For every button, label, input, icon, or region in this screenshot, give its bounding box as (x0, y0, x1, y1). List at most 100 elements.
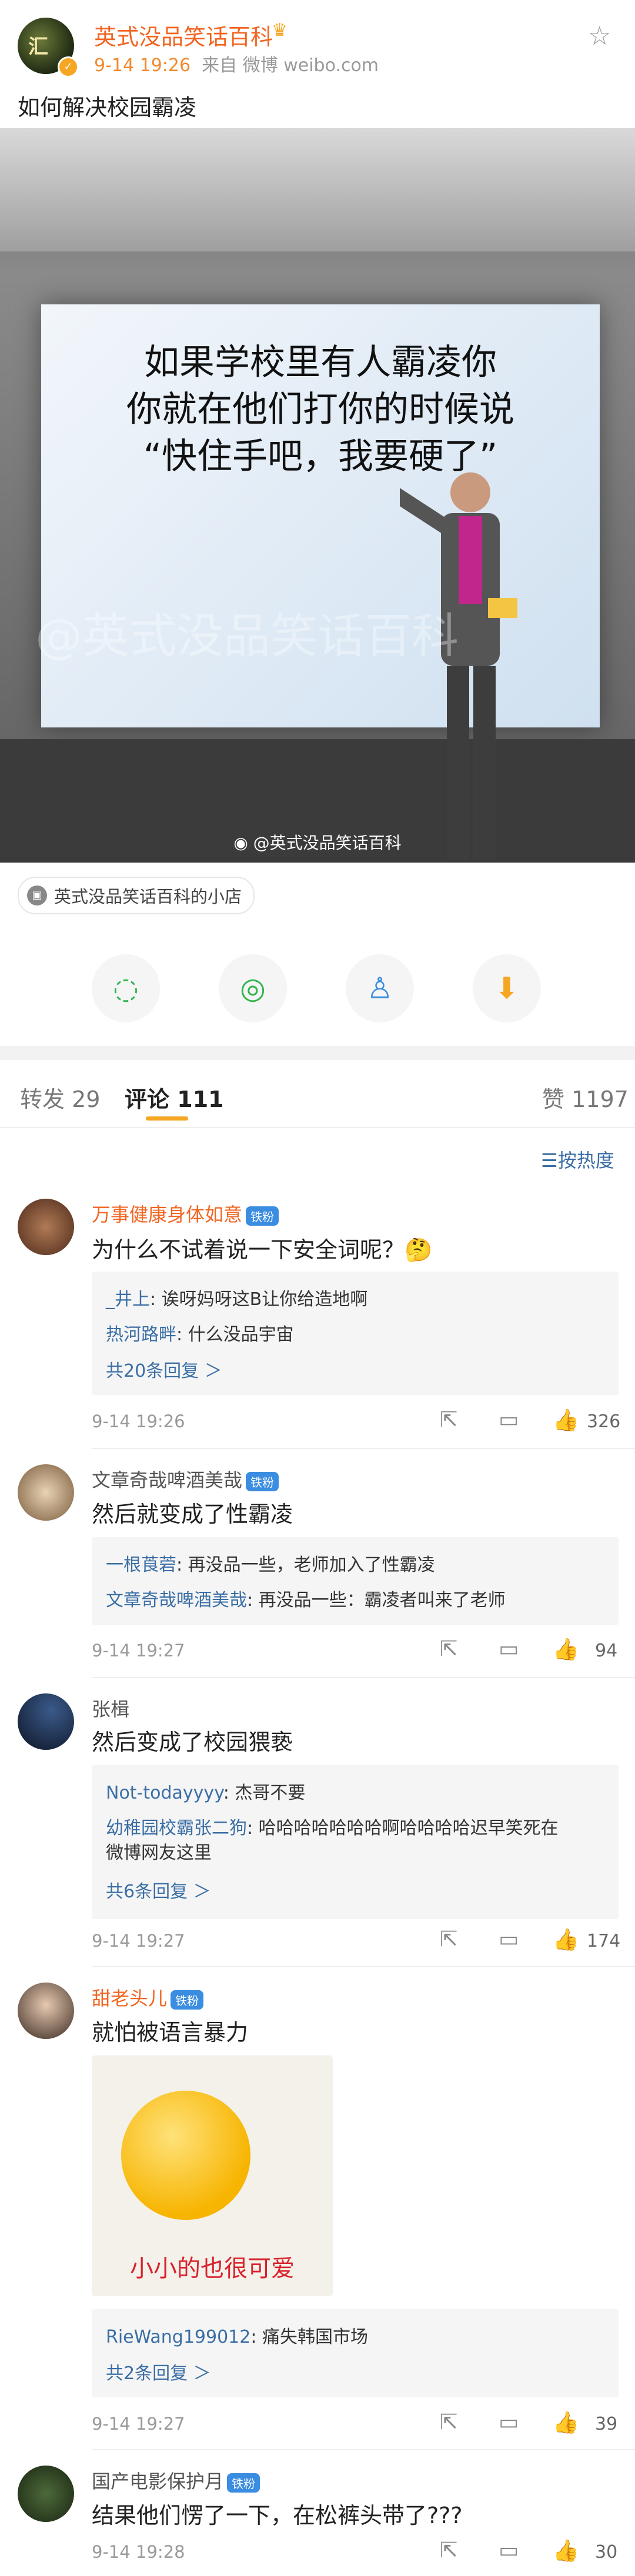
comment-time: 9-14 19:27 (92, 1931, 185, 1951)
moments-icon[interactable]: ◎ (219, 954, 287, 1022)
commenter-name[interactable]: 甜老头儿 铁粉 (92, 1984, 204, 2011)
like-icon[interactable]: 👍 (553, 2410, 579, 2435)
image-credit-text: @英式没品笑话百科 (253, 833, 402, 853)
sticker-image[interactable]: 小小的也很可爱 (92, 2055, 333, 2296)
like-icon[interactable]: 👍 (553, 1927, 579, 1952)
comment-icon[interactable]: ▭ (499, 1927, 519, 1951)
commenter-avatar[interactable] (18, 2466, 74, 2522)
reply: Not-todayyyy: 杰哥不要 (92, 1778, 319, 1804)
commenter-name-text: 国产电影保护月 (92, 2470, 224, 2493)
comment-icon[interactable]: ▭ (499, 2538, 519, 2562)
reply-text: : 诶呀妈呀这B让你给造地啊 (150, 1289, 368, 1310)
tab-repost[interactable]: 转发 29 (20, 1081, 100, 1113)
reply-text: : 再没品一些，老师加入了性霸凌 (176, 1555, 435, 1575)
reply-box[interactable]: 一根莨菪: 再没品一些，老师加入了性霸凌 文章奇哉啤酒美哉: 再没品一些：霸凌者… (92, 1537, 619, 1625)
reply: 热河路畔: 什么没品宇宙 (92, 1320, 308, 1346)
sort-label: 按热度 (557, 1149, 614, 1172)
comment-icon[interactable]: ▭ (499, 1637, 519, 1661)
reply-box[interactable]: RieWang199012: 痛失韩国市场 共2条回复 ＞ (92, 2309, 619, 2397)
more-replies-link[interactable]: 共6条回复 ＞ (92, 1877, 225, 1903)
commenter-name[interactable]: 张楫 (92, 1695, 129, 1722)
like-count: 30 (595, 2542, 618, 2562)
comment-text: 然后就变成了性霸凌 (92, 1501, 293, 1527)
image-watermark: @英式没品笑话百科 (35, 609, 459, 663)
repost-icon[interactable]: ⇱ (440, 2538, 457, 2562)
sticker-caption: 小小的也很可爱 (130, 2255, 295, 2282)
tab-active-indicator (146, 1116, 188, 1121)
commenter-name-text: 万事健康身体如意 (92, 1203, 243, 1226)
reply-author[interactable]: 热河路畔 (106, 1324, 176, 1345)
post-meta: 9-14 19:26 来自 微博 weibo.com (94, 51, 379, 76)
reply-author[interactable]: 一根莨菪 (106, 1555, 176, 1575)
wechat-icon[interactable]: ◌ (92, 954, 160, 1022)
repost-icon[interactable]: ⇱ (440, 1637, 457, 1661)
repost-icon[interactable]: ⇱ (440, 1927, 457, 1951)
commenter-avatar[interactable] (18, 1464, 74, 1521)
reply: 一根莨菪: 再没品一些，老师加入了性霸凌 (92, 1550, 449, 1576)
section-divider (0, 1046, 635, 1060)
crown-icon: ♛ (272, 20, 288, 41)
comment-time: 9-14 19:28 (92, 2542, 185, 2562)
reply: _井上: 诶呀妈呀这B让你给造地啊 (92, 1284, 382, 1310)
comment-time: 9-14 19:26 (92, 1411, 185, 1431)
comment-divider (92, 2449, 635, 2450)
like-count: 39 (595, 2414, 618, 2434)
repost-icon[interactable]: ⇱ (440, 2410, 457, 2434)
reply-author[interactable]: _井上 (106, 1289, 150, 1310)
author-name[interactable]: 英式没品笑话百科 (94, 19, 273, 51)
commenter-name[interactable]: 国产电影保护月 铁粉 (92, 2467, 260, 2494)
like-count: 326 (587, 1411, 621, 1432)
like-icon[interactable]: 👍 (553, 1408, 579, 1433)
comment-icon[interactable]: ▭ (499, 1408, 519, 1432)
like-count: 94 (595, 1641, 618, 1661)
meme-line-1: 如果学校里有人霸凌你 (144, 342, 497, 383)
comment-text: 结果他们愣了一下，在松裤头带了??? (92, 2503, 463, 2528)
commenter-avatar[interactable] (18, 1693, 74, 1750)
commenter-name[interactable]: 文章奇哉啤酒美哉 铁粉 (92, 1465, 279, 1492)
tab-like-label: 赞 (542, 1086, 565, 1112)
reply-text: : 哈哈哈哈哈哈哈啊哈哈哈哈迟早笑死在 (247, 1818, 559, 1839)
reply-text: : 什么没品宇宙 (176, 1324, 294, 1345)
tab-like[interactable]: 赞 1197 (542, 1081, 629, 1113)
tab-comment[interactable]: 评论 111 (125, 1081, 224, 1113)
commenter-avatar[interactable] (18, 1199, 74, 1255)
ceiling (0, 128, 635, 251)
sort-toggle[interactable]: ☰按热度 (541, 1146, 614, 1173)
reply-author[interactable]: 幼稚园校霸张二狗 (106, 1818, 247, 1839)
tab-comment-label: 评论 (125, 1086, 170, 1112)
reply-text: : 杰哥不要 (223, 1783, 306, 1803)
tab-repost-count: 29 (72, 1086, 101, 1112)
post-text: 如何解决校园霸凌 (18, 95, 197, 120)
shop-label: 英式没品笑话百科的小店 (54, 887, 242, 907)
like-icon[interactable]: 👍 (553, 1637, 579, 1662)
shop-link[interactable]: ▣ 英式没品笑话百科的小店 (18, 877, 255, 914)
qq-icon[interactable]: ♙ (346, 954, 414, 1022)
comment-icon[interactable]: ▭ (499, 2410, 519, 2434)
verified-badge-icon: ✓ (58, 56, 79, 78)
save-icon[interactable]: ⬇ (473, 954, 541, 1022)
comment-text: 为什么不试着说一下安全词呢？🤔 (92, 1237, 433, 1263)
image-credit: ◉ @英式没品笑话百科 (0, 830, 635, 854)
post-image[interactable]: 如果学校里有人霸凌你 你就在他们打你的时候说 “快住手吧，我要硬了” @英式没品… (0, 128, 635, 863)
repost-icon[interactable]: ⇱ (440, 1408, 457, 1432)
reply-continuation: 微博网友这里 (106, 1843, 212, 1863)
reply-author[interactable]: RieWang199012 (106, 2327, 250, 2347)
favorite-star-icon[interactable]: ☆ (588, 21, 611, 51)
commenter-name-text: 甜老头儿 (92, 1987, 168, 2010)
tab-repost-label: 转发 (20, 1086, 65, 1112)
tab-like-count: 1197 (572, 1086, 629, 1112)
fan-badge: 铁粉 (246, 1206, 279, 1226)
reply: RieWang199012: 痛失韩国市场 (92, 2322, 382, 2348)
fan-badge: 铁粉 (227, 2473, 260, 2493)
smiley-face-icon (121, 2091, 250, 2220)
reply-author[interactable]: 文章奇哉啤酒美哉 (106, 1590, 247, 1611)
reply-box[interactable]: _井上: 诶呀妈呀这B让你给造地啊 热河路畔: 什么没品宇宙 共20条回复 ＞ (92, 1272, 619, 1395)
commenter-avatar[interactable] (18, 1983, 74, 2039)
commenter-name[interactable]: 万事健康身体如意 铁粉 (92, 1200, 279, 1227)
like-icon[interactable]: 👍 (553, 2538, 579, 2563)
more-replies-link[interactable]: 共2条回复 ＞ (92, 2359, 225, 2384)
more-replies-link[interactable]: 共20条回复 ＞ (92, 1356, 236, 1382)
post-time: 9-14 19:26 (94, 55, 191, 76)
reply-author[interactable]: Not-todayyyy (106, 1783, 223, 1803)
reply-box[interactable]: Not-todayyyy: 杰哥不要 幼稚园校霸张二狗: 哈哈哈哈哈哈哈啊哈哈哈… (92, 1765, 619, 1919)
